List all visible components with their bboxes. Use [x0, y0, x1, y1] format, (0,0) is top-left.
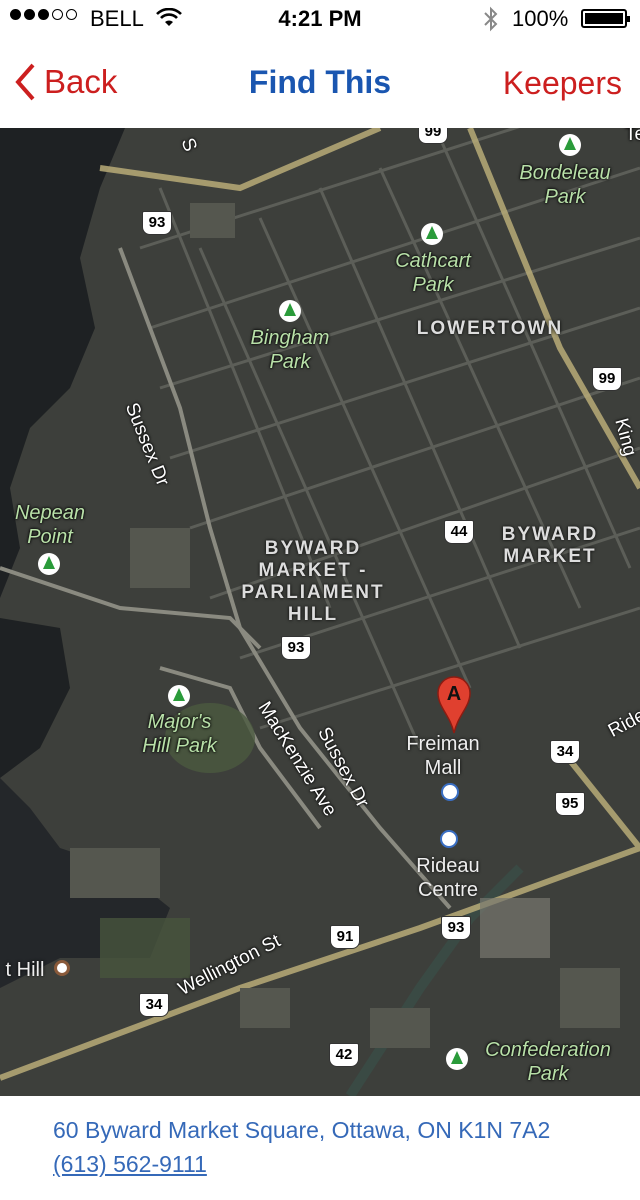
- map-view[interactable]: Bordeleau Park Cathcart Park Bingham Par…: [0, 128, 640, 1096]
- status-bar: BELL 4:21 PM 100%: [0, 0, 640, 38]
- highway-shield: 95: [555, 792, 585, 816]
- map-pin-label: A: [447, 683, 461, 705]
- highway-shield: 42: [329, 1043, 359, 1067]
- battery-percent: 100%: [512, 6, 569, 31]
- park-label-bordeleau[interactable]: Bordeleau Park: [490, 161, 640, 209]
- park-label-bingham[interactable]: Bingham Park: [230, 326, 350, 374]
- park-icon: [168, 685, 190, 707]
- park-icon: [279, 300, 301, 322]
- park-label-cathcart[interactable]: Cathcart Park: [373, 249, 493, 297]
- highway-shield: 91: [330, 925, 360, 949]
- poi-label-rideau-centre[interactable]: Rideau Centre: [398, 854, 498, 902]
- highway-shield: 34: [139, 993, 169, 1017]
- address-text[interactable]: 60 Byward Market Square, Ottawa, ON K1N …: [53, 1117, 550, 1144]
- highway-shield: 93: [142, 211, 172, 235]
- park-label-confederation[interactable]: Confederation Park: [468, 1038, 628, 1086]
- park-icon: [559, 134, 581, 156]
- bluetooth-icon: [484, 6, 498, 32]
- area-label-byward-parliament: BYWARD MARKET - PARLIAMENT HILL: [241, 538, 385, 625]
- highway-shield: 93: [281, 636, 311, 660]
- area-label-byward-market: BYWARD MARKET: [501, 524, 599, 567]
- phone-link[interactable]: (613) 562-9111: [53, 1151, 207, 1178]
- mall-icon: [441, 783, 459, 801]
- highway-shield: 99: [418, 128, 448, 144]
- poi-label-freiman-mall[interactable]: Freiman Mall: [393, 732, 493, 780]
- highway-shield: 34: [550, 740, 580, 764]
- mall-icon: [440, 830, 458, 848]
- park-label-nepean[interactable]: Nepean Point: [0, 501, 100, 549]
- battery-icon: [581, 9, 630, 28]
- road-label-top-right: Te: [625, 128, 640, 145]
- park-icon: [446, 1048, 468, 1070]
- poi-label-hill: t Hill: [5, 959, 45, 981]
- area-label-lowertown: LOWERTOWN: [416, 318, 564, 339]
- park-label-majors-hill[interactable]: Major's Hill Park: [122, 710, 237, 758]
- navigation-bar: Back Find This Keepers: [0, 38, 640, 128]
- keepers-button[interactable]: Keepers: [503, 65, 622, 102]
- landmark-icon: [54, 960, 70, 976]
- highway-shield: 99: [592, 367, 622, 391]
- park-icon: [38, 553, 60, 575]
- park-icon: [421, 223, 443, 245]
- highway-shield: 44: [444, 520, 474, 544]
- map-pin-icon[interactable]: A: [436, 675, 472, 735]
- location-details: 60 Byward Market Square, Ottawa, ON K1N …: [0, 1096, 640, 1200]
- highway-shield: 93: [441, 916, 471, 940]
